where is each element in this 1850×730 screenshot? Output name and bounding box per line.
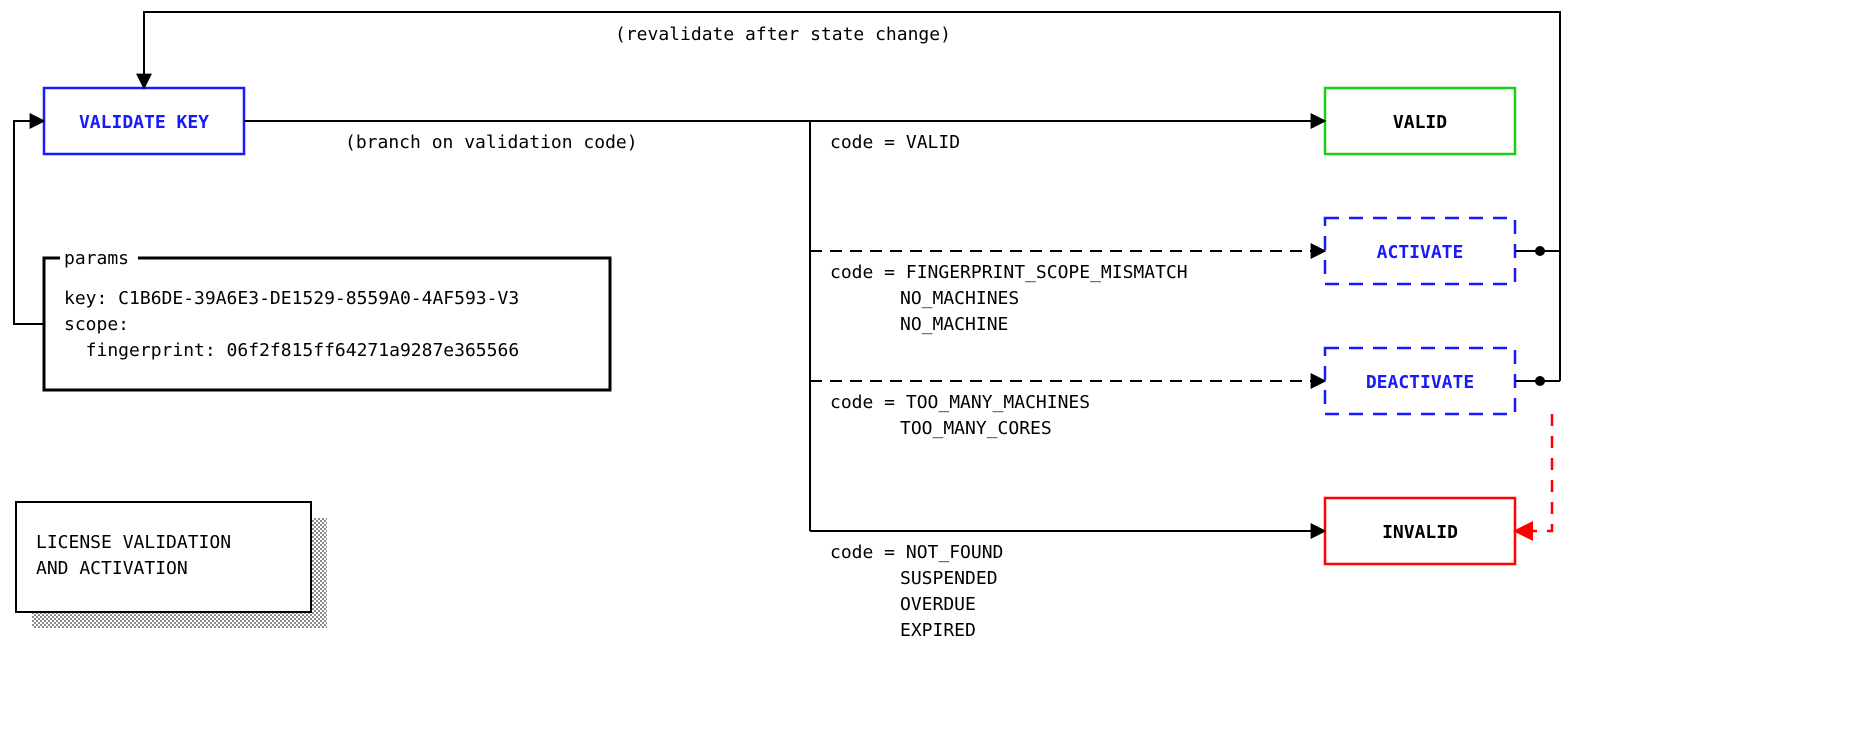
invalid-code-2: OVERDUE xyxy=(900,594,976,615)
invalid-code-1: SUSPENDED xyxy=(900,568,998,589)
activate-code-2: NO_MACHINE xyxy=(900,314,1008,335)
params-scope: scope: xyxy=(64,314,129,335)
invalid-label: INVALID xyxy=(1382,522,1458,543)
diagram-canvas: LICENSE VALIDATION AND ACTIVATION VALIDA… xyxy=(0,0,1850,730)
deactivate-code-1: TOO_MANY_CORES xyxy=(900,418,1052,439)
revalidate-note: (revalidate after state change) xyxy=(615,24,951,45)
title-card: LICENSE VALIDATION AND ACTIVATION xyxy=(16,502,327,628)
activate-label: ACTIVATE xyxy=(1377,242,1464,263)
params-key: key: C1B6DE-39A6E3-DE1529-8559A0-4AF593-… xyxy=(64,288,519,309)
params-box: params key: C1B6DE-39A6E3-DE1529-8559A0-… xyxy=(44,248,610,390)
invalid-node: INVALID xyxy=(1325,498,1515,564)
deactivate-label: DEACTIVATE xyxy=(1366,372,1474,393)
params-fingerprint: fingerprint: 06f2f815ff64271a9287e365566 xyxy=(64,340,519,361)
deactivate-code-0: code = TOO_MANY_MACHINES xyxy=(830,392,1090,413)
valid-code-0: code = VALID xyxy=(830,132,960,153)
valid-label: VALID xyxy=(1393,112,1447,133)
activate-code-0: code = FINGERPRINT_SCOPE_MISMATCH xyxy=(830,262,1188,283)
branch-note: (branch on validation code) xyxy=(345,132,638,153)
validate-key-node: VALIDATE KEY xyxy=(44,88,244,154)
join-dot-deactivate xyxy=(1535,376,1545,386)
validate-key-label: VALIDATE KEY xyxy=(79,112,209,133)
valid-node: VALID xyxy=(1325,88,1515,154)
edge-deactivate-to-invalid xyxy=(1515,414,1552,531)
title-line2: AND ACTIVATION xyxy=(36,558,188,579)
invalid-code-3: EXPIRED xyxy=(900,620,976,641)
title-line1: LICENSE VALIDATION xyxy=(36,532,231,553)
activate-node: ACTIVATE xyxy=(1325,218,1515,284)
join-dot-activate xyxy=(1535,246,1545,256)
params-legend: params xyxy=(64,248,129,269)
edge-params-to-validate xyxy=(14,121,44,324)
deactivate-node: DEACTIVATE xyxy=(1325,348,1515,414)
activate-code-1: NO_MACHINES xyxy=(900,288,1019,309)
invalid-code-0: code = NOT_FOUND xyxy=(830,542,1003,563)
